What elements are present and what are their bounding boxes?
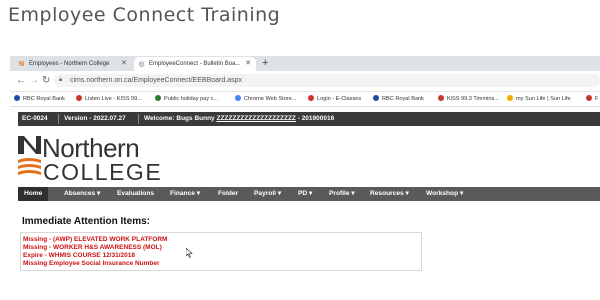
main-menu: Home Absences ▾ Evaluations Finance ▾ Fo… (18, 187, 600, 201)
close-icon[interactable]: ✕ (121, 59, 127, 67)
logo-line2: COLLEGE (43, 159, 163, 185)
tab-employeeconnect[interactable]: ◎ EmployeeConnect - Bulletin Boa... ✕ (134, 57, 256, 71)
page-title: Employee Connect Training (8, 4, 281, 26)
welcome-name: ZZZZZZZZZZZZZZZZZZZZ (216, 115, 296, 122)
attention-item[interactable]: Expire - WHMIS COURSE 12/31/2018 (23, 252, 135, 259)
lock-icon: 🔒︎ (59, 77, 63, 83)
bookmark-item[interactable]: Chrome Web Store... (235, 95, 296, 102)
bookmark-item[interactable]: RBC Royal Bank (14, 95, 65, 102)
logo-mark-icon (18, 136, 41, 175)
bookmark-icon (235, 95, 241, 101)
globe-icon: ◎ (138, 60, 145, 68)
bookmark-icon (76, 95, 82, 101)
new-tab-button[interactable]: + (262, 57, 268, 70)
bookmark-icon (373, 95, 379, 101)
url-text: cims.northern.on.ca/EmployeeConnect/EEBB… (70, 77, 242, 84)
header-divider (138, 114, 139, 124)
tab-employees[interactable]: N Employees - Northern College ✕ (14, 57, 132, 71)
back-arrow-icon[interactable]: ← (16, 75, 26, 86)
address-bar: ← → ↻ 🔒︎ cims.northern.on.ca/EmployeeCon… (10, 71, 600, 92)
menu-profile[interactable]: Profile ▾ (329, 187, 355, 201)
bookmark-icon (438, 95, 444, 101)
attention-item[interactable]: Missing - WORKER H&S AWARENESS (MOL) (23, 244, 162, 251)
browser-window: N Employees - Northern College ✕ ◎ Emplo… (10, 56, 600, 300)
version-label: Version - 2022.07.27 (64, 115, 126, 122)
environment-code: EC-0024 (22, 115, 48, 122)
bookmark-icon (155, 95, 161, 101)
forward-arrow-icon[interactable]: → (29, 75, 39, 86)
bookmarks-bar: RBC Royal Bank Listen Live - KISS 99... … (10, 92, 600, 107)
attention-item[interactable]: Missing Employee Social Insurance Number (23, 260, 160, 267)
bookmark-icon (14, 95, 20, 101)
menu-home[interactable]: Home (18, 187, 49, 201)
welcome-label: Welcome: Bugs Bunny ZZZZZZZZZZZZZZZZZZZZ… (144, 115, 335, 122)
bookmark-icon (308, 95, 314, 101)
tab-label: Employees - Northern College (29, 61, 110, 67)
reload-icon[interactable]: ↻ (42, 75, 50, 86)
menu-pd[interactable]: PD ▾ (298, 187, 312, 201)
menu-folder[interactable]: Folder (218, 187, 238, 201)
tab-label: EmployeeConnect - Bulletin Boa... (149, 61, 241, 67)
mouse-cursor-icon (186, 248, 193, 258)
tab-strip: N Employees - Northern College ✕ ◎ Emplo… (10, 56, 600, 71)
url-input[interactable]: 🔒︎ cims.northern.on.ca/EmployeeConnect/E… (54, 74, 600, 87)
site-header-bar: EC-0024 Version - 2022.07.27 Welcome: Bu… (18, 112, 600, 126)
bookmark-icon (507, 95, 513, 101)
menu-payroll[interactable]: Payroll ▾ (254, 187, 281, 201)
bookmark-item[interactable]: Public holiday pay c... (155, 95, 218, 102)
menu-evaluations[interactable]: Evaluations (117, 187, 154, 201)
menu-resources[interactable]: Resources ▾ (370, 187, 409, 201)
attention-item[interactable]: Missing - (AWP) ELEVATED WORK PLATFORM (23, 236, 167, 243)
bookmark-item[interactable]: F (586, 95, 598, 102)
bookmark-item[interactable]: KiSS 99.3 Timmins... (438, 95, 499, 102)
bookmark-item[interactable]: RBC Royal Bank (373, 95, 424, 102)
close-icon[interactable]: ✕ (245, 59, 251, 67)
bookmark-icon (586, 95, 592, 101)
menu-finance[interactable]: Finance ▾ (170, 187, 200, 201)
header-divider (58, 114, 59, 124)
bookmark-item[interactable]: Listen Live - KISS 99... (76, 95, 142, 102)
menu-workshop[interactable]: Workshop ▾ (426, 187, 463, 201)
northern-college-logo: Northern COLLEGE (18, 132, 198, 185)
bookmark-item[interactable]: Login - E-Classes (308, 95, 361, 102)
northern-college-icon: N (18, 60, 25, 68)
menu-absences[interactable]: Absences ▾ (64, 187, 100, 201)
attention-items-panel: Missing - (AWP) ELEVATED WORK PLATFORM M… (20, 232, 422, 271)
attention-heading: Immediate Attention Items: (22, 216, 150, 227)
bookmark-item[interactable]: my Sun Life | Sun Life (507, 95, 571, 102)
